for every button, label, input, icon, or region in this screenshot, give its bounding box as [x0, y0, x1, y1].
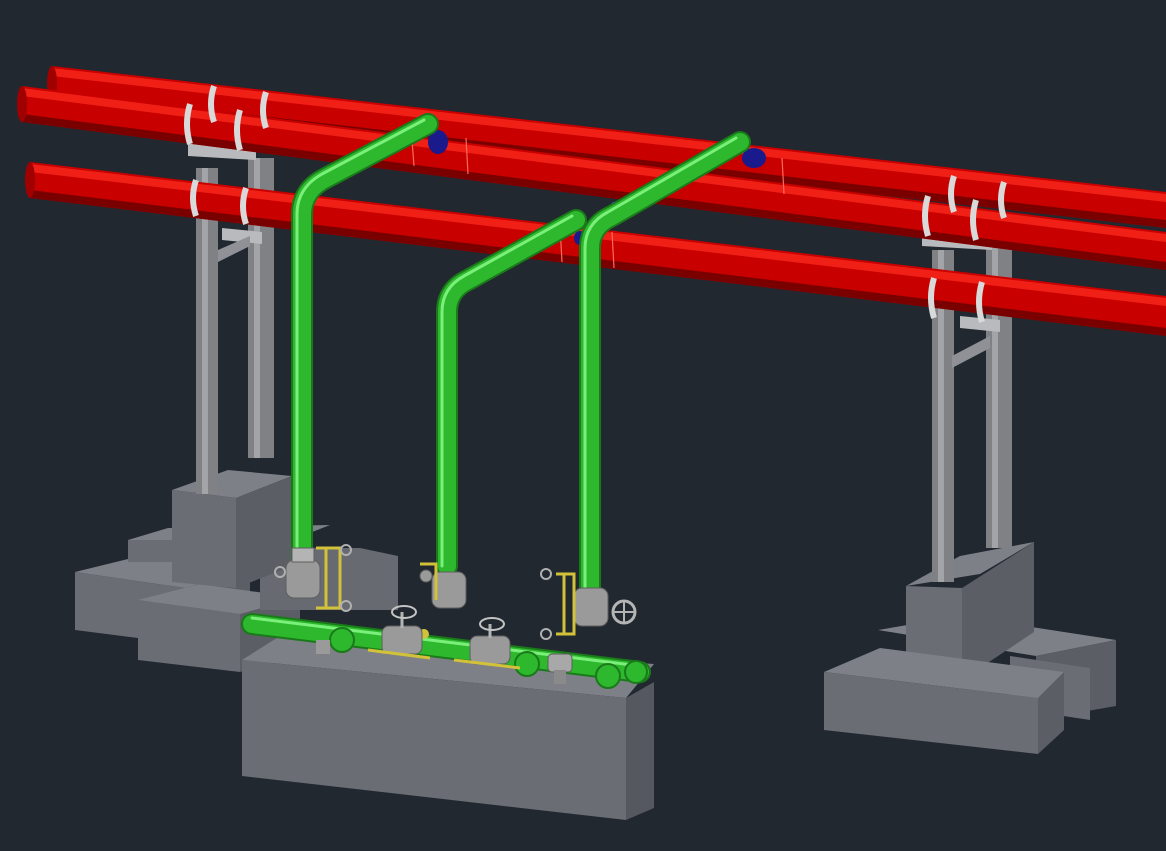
pipe-main-front-end [25, 162, 35, 198]
clamp-2 [260, 91, 269, 129]
clamp-9 [922, 195, 931, 237]
foundation-left-pedestal-front [172, 490, 236, 588]
clamp-10 [970, 199, 979, 241]
strainer-leg [554, 670, 566, 684]
cad-3d-viewport[interactable] [0, 0, 1166, 851]
gate-valve-2-body [469, 635, 511, 665]
drain-fitting [316, 640, 330, 654]
header-flange-3 [595, 663, 621, 689]
clamp-8 [998, 181, 1007, 219]
strainer-body [547, 653, 573, 673]
clamp-5 [190, 179, 199, 217]
clamp-4 [234, 109, 243, 151]
foundation-pad-side [626, 682, 654, 820]
pipe-main-mid-end [17, 86, 27, 122]
trim-gauge-4 [419, 569, 433, 583]
clamp-1 [208, 85, 217, 123]
model-scene[interactable] [0, 0, 1166, 851]
clamp-6 [240, 187, 249, 225]
clamp-12 [976, 281, 985, 323]
clamp-3 [184, 103, 193, 145]
header-flange-end [624, 660, 648, 684]
header-flange-1 [329, 627, 355, 653]
gate-valve-1-body [381, 625, 423, 655]
clamp-11 [928, 277, 937, 319]
clamp-7 [948, 175, 957, 213]
deluge-valve-right-body [573, 587, 609, 627]
deluge-valve-left-body [285, 559, 321, 599]
header-flange-2 [514, 651, 540, 677]
deluge-valve-left-bonnet [291, 547, 315, 563]
